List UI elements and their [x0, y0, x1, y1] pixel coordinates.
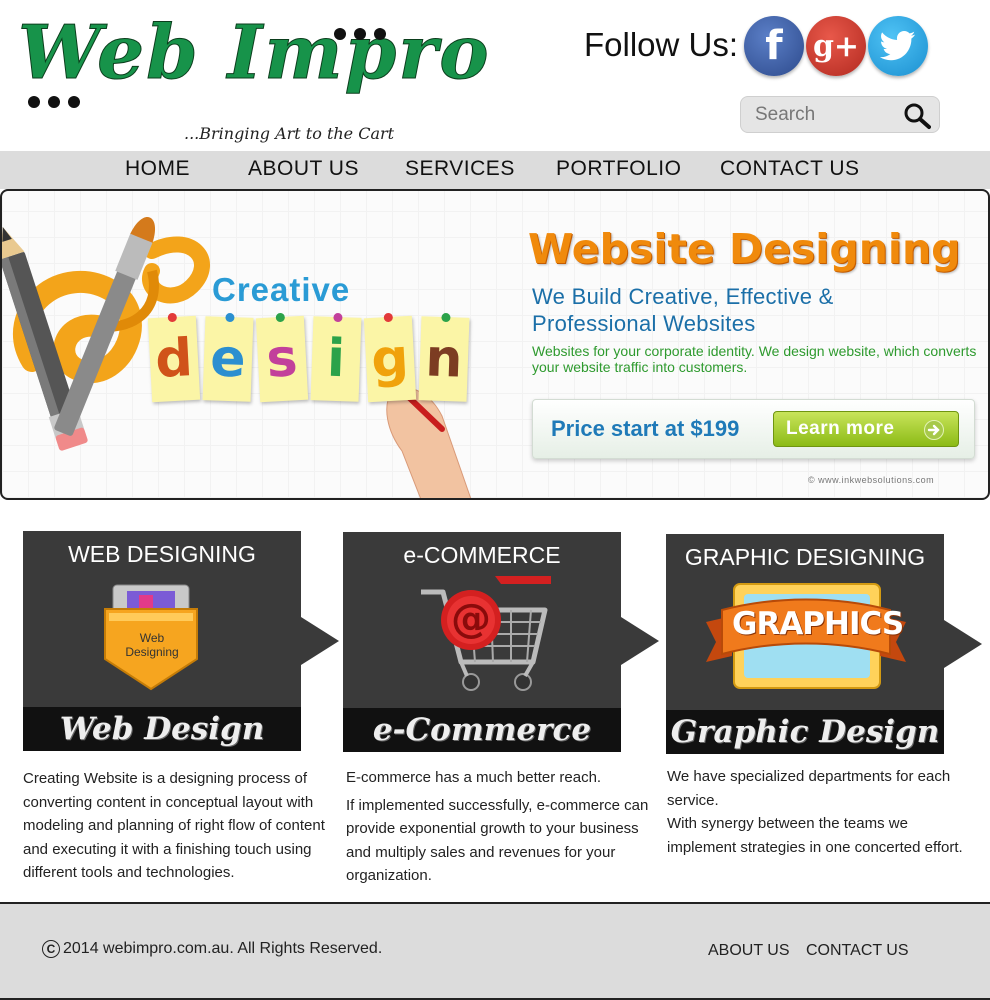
banner-subtitle-line2: Professional Websites [532, 311, 756, 336]
note-letter: n [424, 328, 464, 390]
arrow-right-icon [924, 420, 944, 440]
footer-link-about-us[interactable]: ABOUT US [708, 942, 790, 960]
price-panel: Price start at $199 Learn more [532, 399, 975, 459]
note-letter: d [153, 328, 195, 390]
sticky-note: n [418, 312, 470, 402]
logo-dots-left [28, 96, 80, 108]
logo-dots-right [334, 28, 386, 40]
graphics-ribbon-icon: GRAPHICS [706, 582, 906, 697]
graphics-label: GRAPHICS [732, 606, 904, 642]
nav-about-us[interactable]: ABOUT US [248, 157, 359, 181]
twitter-bird-glyph [880, 31, 916, 61]
banner-subtitle-line1: We Build Creative, Effective & [532, 284, 834, 309]
copyright-notice: C 2014 webimpro.com.au. All Rights Reser… [42, 940, 382, 958]
service-caption: Web Design [23, 707, 301, 751]
main-nav: HOME ABOUT US SERVICES PORTFOLIO CONTACT… [0, 151, 990, 189]
service-title: GRAPHIC DESIGNING [684, 544, 926, 570]
copyright-icon: C [42, 940, 60, 958]
shopping-cart-icon: @ [411, 570, 561, 705]
facebook-icon[interactable]: f [744, 16, 804, 76]
banner-title: Website Designing [528, 225, 961, 273]
google-plus-icon[interactable]: g+ [806, 16, 866, 76]
service-caption: e-Commerce [343, 708, 621, 752]
footer-link-contact-us[interactable]: CONTACT US [806, 942, 909, 960]
banner-description: Websites for your corporate identity. We… [532, 343, 977, 375]
nav-home[interactable]: HOME [125, 157, 190, 181]
service-card-web-designing[interactable]: WEB DESIGNING Web Designing Web Design [23, 531, 301, 751]
hero-banner: Creative d e s i g n Website Designing W… [0, 189, 990, 500]
service-title: e-COMMERCE [403, 542, 561, 568]
service-title: WEB DESIGNING [68, 541, 256, 567]
card-arrow-right [621, 617, 659, 665]
svg-text:@: @ [451, 596, 491, 642]
service-card-graphic-designing[interactable]: GRAPHIC DESIGNING GRAPHICS Graphic Desig… [666, 534, 944, 754]
service-caption: Graphic Design [666, 710, 944, 754]
service-description-ecommerce: E-commerce has a much better reach. If i… [346, 766, 656, 888]
logo-text: Web Impro [18, 10, 491, 97]
copyright-text: 2014 webimpro.com.au. All Rights Reserve… [63, 940, 383, 957]
note-letter: e [209, 328, 247, 390]
note-letter: i [326, 328, 346, 390]
banner-subtitle: We Build Creative, Effective & Professio… [532, 283, 834, 337]
follow-us-label: Follow Us: [584, 26, 739, 63]
nav-portfolio[interactable]: PORTFOLIO [556, 157, 681, 181]
note-letter: s [264, 328, 300, 390]
sticky-note: i [310, 312, 362, 402]
learn-more-button[interactable]: Learn more [773, 411, 959, 447]
sticky-note: s [255, 312, 309, 403]
search-icon[interactable] [903, 102, 931, 130]
sticky-note: g [363, 312, 417, 403]
service-description-graphic-designing: We have specialized departments for each… [667, 765, 977, 859]
sticky-note: d [147, 312, 201, 403]
logo-tagline: ...Bringing Art to the Cart [184, 124, 395, 143]
service-paragraph: Creating Website is a designing process … [23, 770, 325, 881]
service-paragraph: With synergy between the teams we implem… [667, 815, 963, 856]
service-paragraph: If implemented successfully, e-commerce … [346, 796, 649, 885]
service-card-ecommerce[interactable]: e-COMMERCE @ e-Commerce [343, 532, 621, 752]
design-sticky-notes: d e s i g n [147, 312, 470, 403]
service-paragraph: E-commerce has a much better reach. [346, 769, 602, 786]
sticky-note: e [202, 312, 254, 402]
twitter-icon[interactable] [868, 16, 928, 76]
nav-services[interactable]: SERVICES [405, 157, 515, 181]
search-input[interactable] [755, 102, 895, 128]
search-box [740, 96, 940, 133]
site-footer: C 2014 webimpro.com.au. All Rights Reser… [0, 902, 990, 1000]
note-letter: g [369, 328, 411, 390]
badge-label: Web Designing [125, 631, 179, 659]
card-arrow-right [944, 620, 982, 668]
learn-more-label: Learn more [786, 418, 895, 439]
banner-credit: © www.inkwebsolutions.com [808, 475, 935, 485]
banner-creative-text: Creative [212, 271, 351, 308]
price-text: Price start at $199 [551, 416, 740, 441]
nav-contact-us[interactable]: CONTACT US [720, 157, 860, 181]
service-description-web-designing: Creating Website is a designing process … [23, 767, 333, 885]
web-designing-badge-icon: Web Designing [101, 581, 201, 701]
site-logo[interactable]: Web Impro ...Bringing Art to the Cart [14, 6, 490, 146]
service-paragraph: We have specialized departments for each… [667, 768, 951, 809]
card-arrow-right [301, 617, 339, 665]
